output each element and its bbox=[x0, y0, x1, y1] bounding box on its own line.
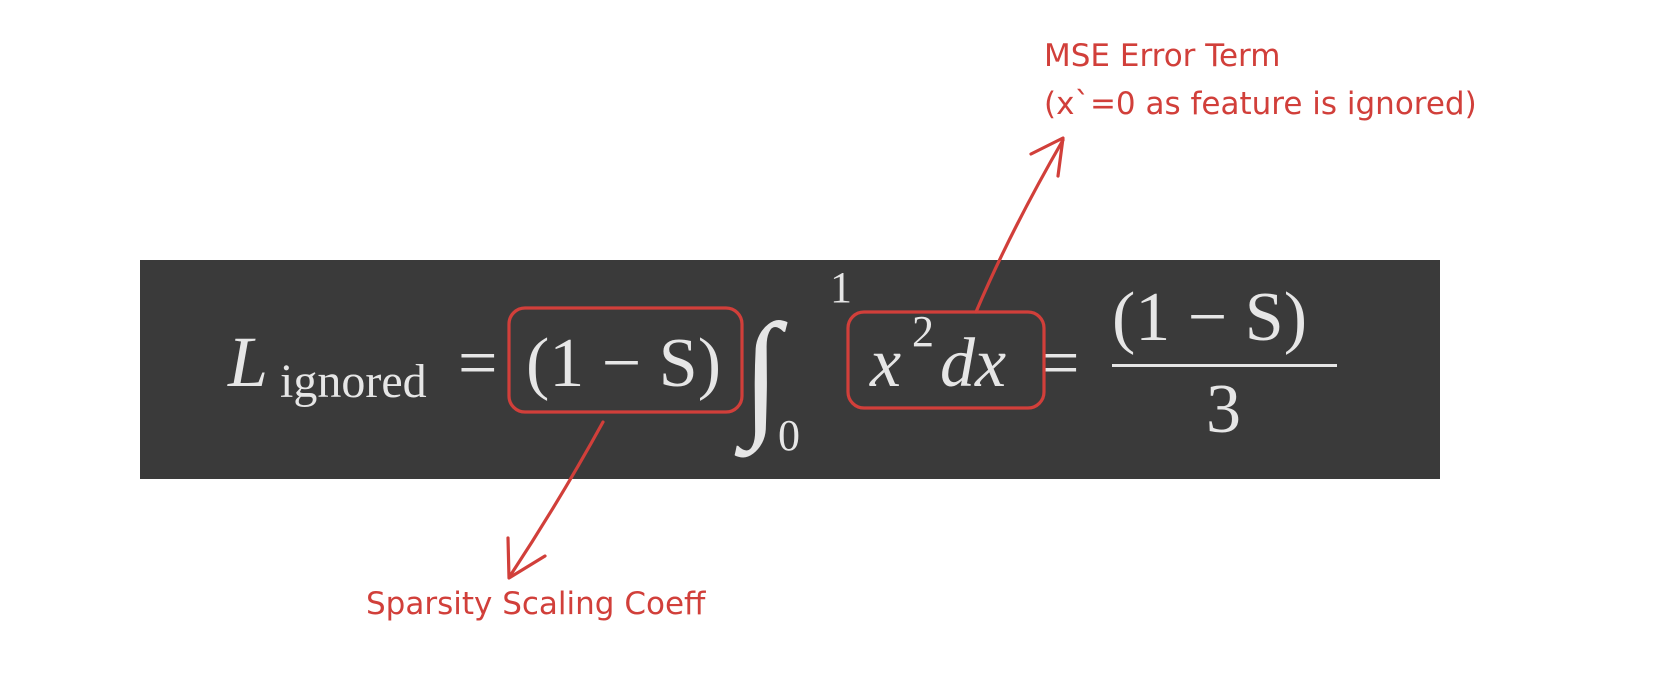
mse-label-detail: (x`=0 as feature is ignored) bbox=[1044, 86, 1477, 122]
integral-lower-limit: 0 bbox=[778, 411, 800, 460]
equals-sign: = bbox=[458, 325, 497, 402]
fraction-numerator: (1 − S) bbox=[1112, 279, 1307, 356]
fraction-denominator: 3 bbox=[1206, 371, 1241, 448]
integrand-differential: dx bbox=[940, 325, 1006, 402]
integrand-base: x bbox=[869, 325, 901, 402]
mse-label-title: MSE Error Term bbox=[1044, 38, 1280, 74]
integral-upper-limit: 1 bbox=[830, 263, 852, 312]
lhs-symbol: L bbox=[227, 322, 268, 402]
equals-sign-2: = bbox=[1040, 325, 1079, 402]
sparsity-coefficient: (1 − S) bbox=[526, 325, 721, 402]
fraction-bar bbox=[1112, 364, 1337, 367]
integrand-exponent: 2 bbox=[912, 307, 934, 356]
equation-diagram: L ignored = (1 − S) ∫ 1 0 x 2 dx = (1 − … bbox=[140, 38, 1477, 622]
lhs-subscript: ignored bbox=[280, 355, 427, 408]
sparsity-label: Sparsity Scaling Coeff bbox=[366, 586, 706, 622]
